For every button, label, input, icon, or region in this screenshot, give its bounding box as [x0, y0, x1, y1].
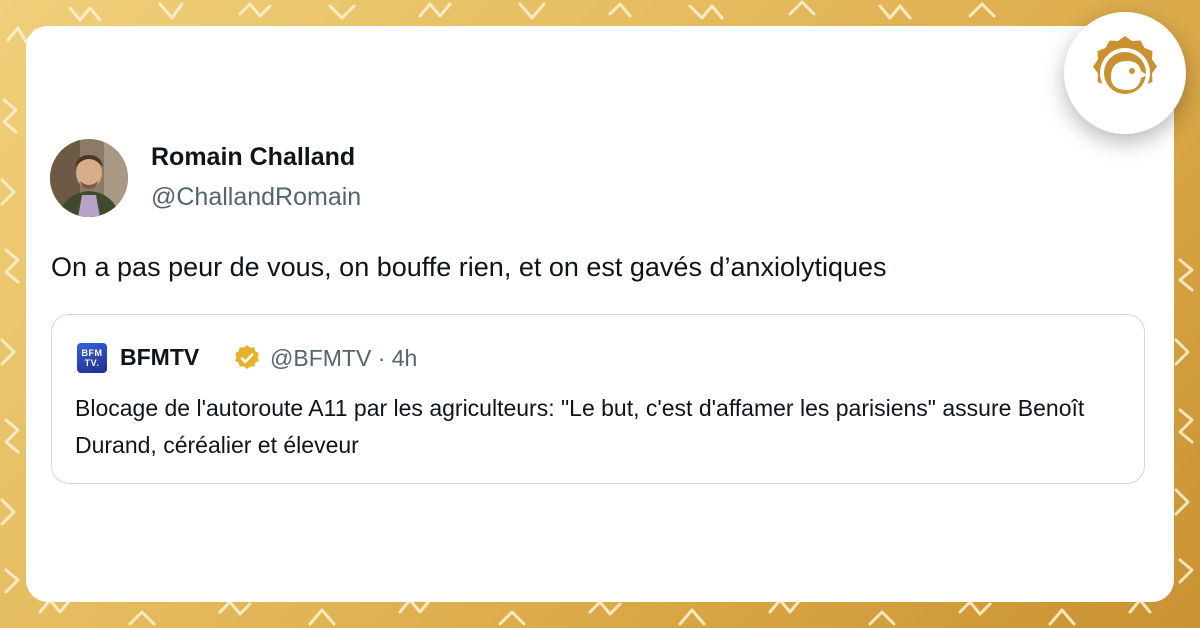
quoted-handle-line: @BFMTV · 4h [270, 345, 417, 372]
bfmtv-logo-icon: BFM TV. [77, 343, 107, 373]
quoted-author-name[interactable]: BFMTV [120, 344, 199, 371]
avatar-photo [50, 139, 128, 217]
brand-badge [1064, 12, 1186, 134]
verified-badge-icon [235, 345, 259, 369]
avatar[interactable] [50, 139, 128, 217]
tweet-text: On a pas peur de vous, on bouffe rien, e… [51, 252, 887, 282]
quoted-author-handle[interactable]: @BFMTV [270, 345, 371, 371]
bfmtv-logo-line-2: TV. [84, 358, 100, 368]
quoted-tweet-text: Blocage de l'autoroute A11 par les agric… [75, 395, 1085, 458]
author-handle[interactable]: @ChallandRomain [151, 183, 361, 212]
bfmtv-logo-line-1: BFM [81, 348, 103, 358]
quoted-tweet[interactable]: BFM TV. BFMTV @BFMTV · 4h Blocage de l'a… [51, 314, 1145, 484]
separator-dot: · [377, 345, 386, 371]
brand-chick-icon [1093, 36, 1157, 98]
author-name[interactable]: Romain Challand [151, 143, 355, 172]
quoted-timestamp[interactable]: 4h [392, 345, 418, 371]
